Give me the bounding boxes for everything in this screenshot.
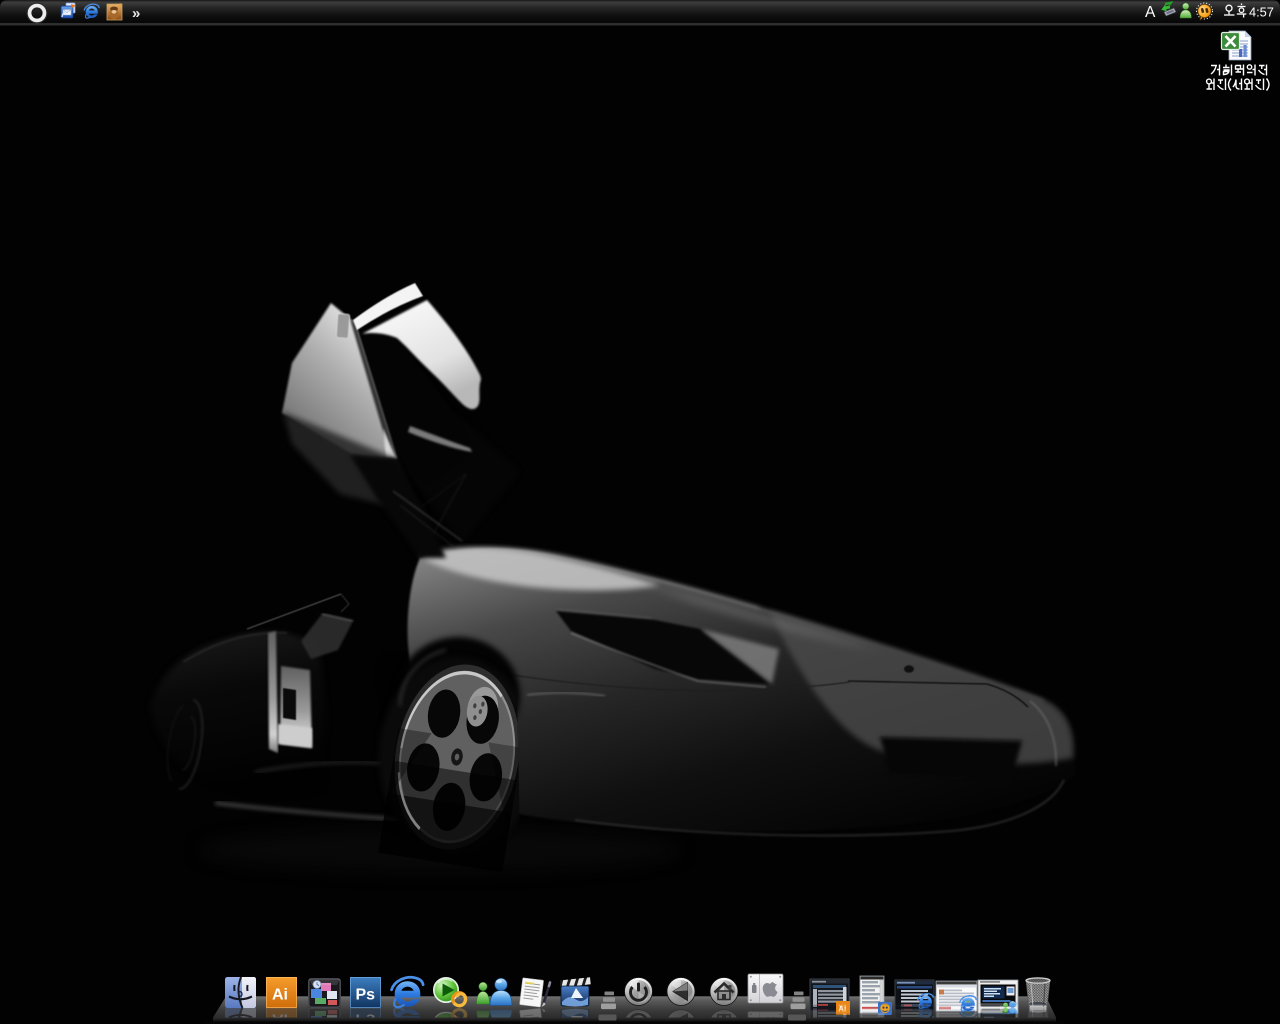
svg-text:4:57: 4:57 xyxy=(1249,5,1274,20)
svg-text:A: A xyxy=(1145,4,1156,21)
svg-text:Ai: Ai xyxy=(272,987,288,1004)
svg-text:Ps: Ps xyxy=(356,987,376,1004)
svg-text:»: » xyxy=(132,5,140,22)
